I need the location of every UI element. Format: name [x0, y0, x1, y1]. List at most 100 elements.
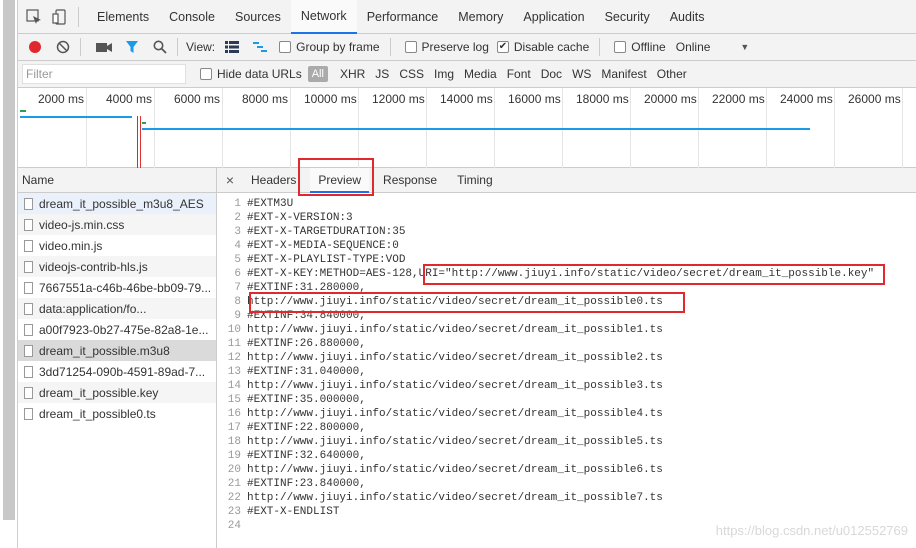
disable-cache-checkbox[interactable]: ✔ Disable cache: [496, 40, 590, 54]
hide-data-urls-checkbox[interactable]: Hide data URLs: [200, 67, 302, 81]
inspect-element-icon[interactable]: [24, 7, 44, 27]
request-name: a00f7923-0b27-475e-82a8-1e...: [39, 322, 209, 337]
list-item[interactable]: video-js.min.css: [18, 214, 216, 235]
line-number: 19: [227, 450, 241, 462]
request-name: 3dd71254-090b-4591-89ad-7...: [39, 364, 206, 379]
tab-network[interactable]: Network: [290, 0, 357, 34]
preview-code: 1 #EXTM3U 2 #EXT-X-VERSION:3 3 #EXT-X-TARGETD…: [217, 197, 874, 533]
scrollbar-thumb[interactable]: [3, 0, 15, 520]
list-item[interactable]: 3dd71254-090b-4591-89ad-7...: [18, 361, 216, 382]
list-item[interactable]: dream_it_possible_m3u8_AES: [18, 193, 216, 214]
code-line: 21 #EXTINF:23.840000,: [217, 477, 874, 491]
record-icon[interactable]: [24, 36, 46, 58]
tick-label: 4000 ms: [106, 92, 153, 106]
line-number: 7: [234, 282, 241, 294]
code-line: 15 #EXTINF:35.000000,: [217, 393, 874, 407]
line-number: 13: [227, 366, 241, 378]
line-number: 9: [234, 310, 241, 322]
search-icon[interactable]: [149, 36, 171, 58]
device-toolbar-icon[interactable]: [50, 7, 70, 27]
file-icon: [24, 302, 33, 315]
list-item[interactable]: data:application/fo...: [18, 298, 216, 319]
tab-timing[interactable]: Timing: [449, 168, 501, 193]
code-line: 12 http://www.jiuyi.info/static/video/sec…: [217, 351, 874, 365]
list-item[interactable]: a00f7923-0b27-475e-82a8-1e...: [18, 319, 216, 340]
offline-checkbox[interactable]: Offline: [614, 40, 666, 54]
screenshot-camera-icon[interactable]: [93, 36, 115, 58]
list-item-selected[interactable]: dream_it_possible.m3u8: [18, 340, 216, 361]
code-text: #EXT-X-TARGETDURATION:35: [247, 226, 406, 238]
code-text: #EXTINF:23.840000,: [247, 478, 366, 490]
close-icon[interactable]: ×: [217, 172, 243, 188]
checkbox-box[interactable]: [200, 68, 212, 80]
line-number: 11: [227, 338, 241, 350]
checkbox-box[interactable]: [404, 41, 417, 53]
code-text: http://www.jiuyi.info/static/video/secre…: [247, 324, 663, 336]
line-number: 4: [234, 240, 241, 252]
line-number: 12: [227, 352, 241, 364]
filter-xhr[interactable]: XHR: [340, 67, 365, 81]
filter-manifest[interactable]: Manifest: [601, 67, 646, 81]
name-column-header[interactable]: Name: [18, 168, 216, 193]
code-line: 3 #EXT-X-TARGETDURATION:35: [217, 225, 874, 239]
tab-elements[interactable]: Elements: [87, 0, 159, 34]
filter-css[interactable]: CSS: [399, 67, 424, 81]
tick-label: 26000 ms: [848, 92, 901, 106]
filter-all-button[interactable]: All: [307, 66, 328, 82]
line-number: 22: [227, 492, 241, 504]
tab-performance[interactable]: Performance: [357, 0, 449, 34]
request-name: dream_it_possible.m3u8: [39, 343, 170, 358]
preserve-log-checkbox[interactable]: Preserve log: [404, 40, 489, 54]
large-rows-icon[interactable]: [221, 36, 243, 58]
filter-font[interactable]: Font: [507, 67, 531, 81]
disable-cache-label: Disable cache: [513, 40, 590, 54]
waterfall-overview-icon[interactable]: [249, 36, 271, 58]
tab-security[interactable]: Security: [595, 0, 660, 34]
divider: [389, 38, 391, 56]
clear-icon[interactable]: [52, 36, 74, 58]
code-text: http://www.jiuyi.info/static/video/secre…: [247, 492, 663, 504]
filter-img[interactable]: Img: [434, 67, 454, 81]
tick-label: 10000 ms: [304, 92, 357, 106]
code-text: #EXTINF:22.800000,: [247, 422, 366, 434]
filter-js[interactable]: JS: [375, 67, 389, 81]
checkbox-box[interactable]: [614, 41, 627, 53]
preview-tab-highlight: [298, 158, 374, 196]
list-item[interactable]: dream_it_possible.key: [18, 382, 216, 403]
requests-list: Name dream_it_possible_m3u8_AES video-js…: [18, 168, 217, 548]
tab-application[interactable]: Application: [513, 0, 594, 34]
filter-doc[interactable]: Doc: [541, 67, 562, 81]
code-line: 13 #EXTINF:31.040000,: [217, 365, 874, 379]
checkbox-box-checked[interactable]: ✔: [496, 41, 509, 53]
tab-sources[interactable]: Sources: [225, 0, 291, 34]
filter-icon[interactable]: [121, 36, 143, 58]
left-scrollbar[interactable]: [0, 0, 18, 548]
tab-response[interactable]: Response: [375, 168, 445, 193]
code-line: 4 #EXT-X-MEDIA-SEQUENCE:0: [217, 239, 874, 253]
filter-ws[interactable]: WS: [572, 67, 591, 81]
timeline-overview[interactable]: 2000 ms 4000 ms 6000 ms 8000 ms 10000 ms…: [18, 88, 916, 168]
code-text: #EXT-X-VERSION:3: [247, 212, 353, 224]
tab-memory[interactable]: Memory: [448, 0, 513, 34]
filter-media[interactable]: Media: [464, 67, 497, 81]
key-uri-highlight: [423, 264, 885, 285]
code-line: 20 http://www.jiuyi.info/static/video/sec…: [217, 463, 874, 477]
tab-console[interactable]: Console: [159, 0, 225, 34]
filter-input[interactable]: Filter: [22, 64, 186, 84]
tab-audits[interactable]: Audits: [660, 0, 715, 34]
list-item[interactable]: video.min.js: [18, 235, 216, 256]
list-item[interactable]: 7667551a-c46b-46be-bb09-79...: [18, 277, 216, 298]
line-number: 6: [234, 268, 241, 280]
code-line: 14 http://www.jiuyi.info/static/video/sec…: [217, 379, 874, 393]
list-item[interactable]: videojs-contrib-hls.js: [18, 256, 216, 277]
request-name: data:application/fo...: [39, 301, 147, 316]
checkbox-box[interactable]: [279, 41, 292, 53]
tab-headers[interactable]: Headers: [243, 168, 304, 193]
line-number: 23: [227, 506, 241, 518]
throttling-select[interactable]: Online ▼: [676, 40, 750, 54]
group-by-frame-checkbox[interactable]: Group by frame: [279, 40, 380, 54]
segment-url-highlight: [249, 292, 685, 313]
list-item[interactable]: dream_it_possible0.ts: [18, 403, 216, 424]
filter-other[interactable]: Other: [657, 67, 687, 81]
code-text: #EXT-X-ENDLIST: [247, 506, 340, 518]
